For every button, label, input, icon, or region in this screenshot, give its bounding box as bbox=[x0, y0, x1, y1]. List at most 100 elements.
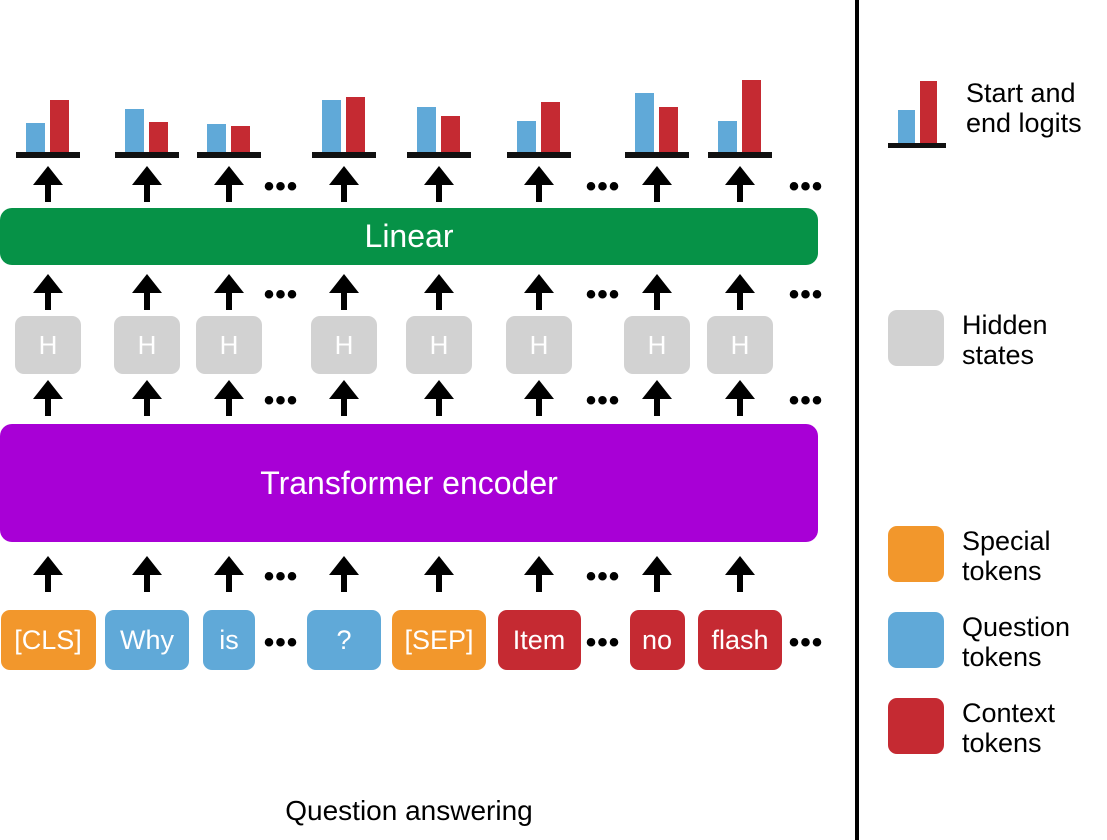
input-token-label: [SEP] bbox=[404, 624, 474, 655]
legend-item-special-tokens: Special tokens bbox=[888, 526, 1051, 586]
legend-label-logits: Start and end logits bbox=[966, 78, 1082, 139]
hidden-state-label: H bbox=[334, 329, 354, 360]
up-arrow-icon bbox=[725, 274, 755, 310]
hidden-state-box: H bbox=[624, 316, 690, 374]
up-arrow-icon bbox=[214, 166, 244, 202]
input-token-question: Why bbox=[105, 610, 189, 670]
ellipsis: ••• bbox=[788, 626, 824, 659]
input-token-special: [CLS] bbox=[0, 610, 96, 670]
hidden-state-label: H bbox=[647, 329, 667, 360]
logit-baseline bbox=[407, 152, 471, 158]
input-token-special: [SEP] bbox=[392, 610, 486, 670]
input-token-label: Item bbox=[512, 624, 566, 655]
arrow-head bbox=[329, 274, 359, 293]
ellipsis: ••• bbox=[585, 170, 621, 203]
red-square-icon bbox=[888, 698, 944, 754]
up-arrow-icon bbox=[725, 166, 755, 202]
panel-divider bbox=[855, 0, 859, 840]
up-arrow-icon bbox=[524, 380, 554, 416]
up-arrow-icon bbox=[524, 274, 554, 310]
hidden-state-label: H bbox=[429, 329, 449, 360]
start-logit-bar bbox=[125, 109, 144, 153]
arrow-head bbox=[424, 166, 454, 185]
legend-item-question-tokens: Question tokens bbox=[888, 612, 1070, 672]
arrow-head bbox=[329, 166, 359, 185]
up-arrow-icon bbox=[132, 274, 162, 310]
arrow-head bbox=[424, 380, 454, 399]
end-logit-bar bbox=[659, 107, 678, 153]
arrow-head bbox=[524, 556, 554, 575]
legend-item-logits: Start and end logits bbox=[888, 78, 1082, 148]
up-arrow-icon bbox=[642, 274, 672, 310]
arrow-head bbox=[642, 380, 672, 399]
ellipsis: ••• bbox=[788, 278, 824, 311]
hidden-state-box: H bbox=[506, 316, 572, 374]
ellipsis: ••• bbox=[585, 560, 621, 593]
arrow-head bbox=[132, 166, 162, 185]
end-logit-bar bbox=[441, 116, 460, 153]
hidden-state-box: H bbox=[196, 316, 262, 374]
arrow-head bbox=[214, 166, 244, 185]
ellipsis: ••• bbox=[585, 626, 621, 659]
legend-label-hidden-states: Hidden states bbox=[962, 310, 1048, 371]
hidden-state-box: H bbox=[707, 316, 773, 374]
start-logit-bar bbox=[718, 121, 737, 153]
ellipsis: ••• bbox=[585, 384, 621, 417]
start-logit-bar bbox=[207, 124, 226, 153]
linear-layer-block: Linear bbox=[0, 208, 818, 265]
arrow-head bbox=[725, 556, 755, 575]
input-token-question: is bbox=[203, 610, 255, 670]
arrow-head bbox=[725, 274, 755, 293]
arrow-head bbox=[132, 274, 162, 293]
input-token-label: [CLS] bbox=[14, 624, 82, 655]
up-arrow-icon bbox=[424, 274, 454, 310]
arrow-head bbox=[329, 380, 359, 399]
up-arrow-icon bbox=[524, 556, 554, 592]
start-logit-bar bbox=[26, 123, 45, 153]
ellipsis: ••• bbox=[788, 170, 824, 203]
hidden-state-label: H bbox=[219, 329, 239, 360]
up-arrow-icon bbox=[642, 556, 672, 592]
up-arrow-icon bbox=[33, 166, 63, 202]
legend-label-special-tokens: Special tokens bbox=[962, 526, 1051, 587]
end-logit-bar bbox=[50, 100, 69, 153]
end-logit-bar bbox=[742, 80, 761, 153]
logit-baseline bbox=[625, 152, 689, 158]
up-arrow-icon bbox=[424, 166, 454, 202]
logit-bar-group bbox=[115, 68, 179, 158]
arrow-head bbox=[132, 380, 162, 399]
hidden-state-label: H bbox=[38, 329, 58, 360]
arrow-head bbox=[214, 274, 244, 293]
ellipsis: ••• bbox=[263, 560, 299, 593]
arrow-head bbox=[725, 380, 755, 399]
ellipsis: ••• bbox=[585, 278, 621, 311]
arrow-head bbox=[329, 556, 359, 575]
input-token-label: flash bbox=[711, 624, 769, 655]
end-logit-bar bbox=[541, 102, 560, 153]
up-arrow-icon bbox=[725, 556, 755, 592]
ellipsis: ••• bbox=[263, 626, 299, 659]
logit-bar-group bbox=[407, 68, 471, 158]
orange-square-icon bbox=[888, 526, 944, 582]
end-logit-bar bbox=[149, 122, 168, 153]
logit-bar-group bbox=[625, 68, 689, 158]
up-arrow-icon bbox=[132, 380, 162, 416]
logit-baseline bbox=[312, 152, 376, 158]
up-arrow-icon bbox=[424, 556, 454, 592]
ellipsis: ••• bbox=[263, 278, 299, 311]
linear-layer-label: Linear bbox=[364, 218, 454, 254]
legend-item-hidden-states: Hidden states bbox=[888, 310, 1048, 370]
logit-baseline bbox=[507, 152, 571, 158]
up-arrow-icon bbox=[329, 274, 359, 310]
hidden-state-box: H bbox=[406, 316, 472, 374]
arrow-head bbox=[33, 556, 63, 575]
logit-bar-group bbox=[312, 68, 376, 158]
arrow-head bbox=[132, 556, 162, 575]
arrow-head bbox=[642, 166, 672, 185]
logit-bar-group bbox=[16, 68, 80, 158]
up-arrow-icon bbox=[33, 556, 63, 592]
page-title: Question answering bbox=[285, 795, 533, 826]
ellipsis: ••• bbox=[263, 170, 299, 203]
diagram-canvas: ••• ••• ••• Linear ••• ••• ••• H H H H H H H H ••• •… bbox=[0, 0, 1107, 840]
input-token-label: is bbox=[219, 624, 239, 655]
